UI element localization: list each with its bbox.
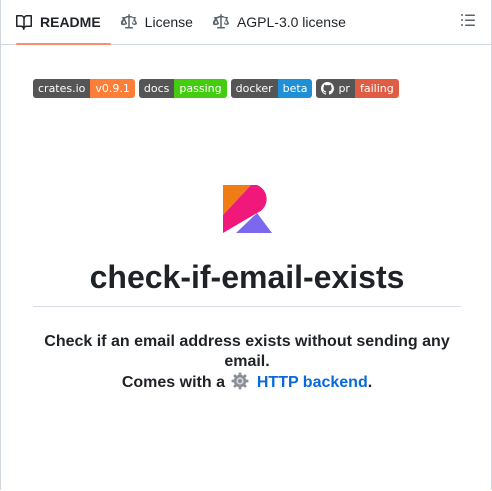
tab-license-label: License xyxy=(144,14,193,30)
tagline-line-2: Comes with a HTTP backend. xyxy=(33,372,461,396)
badge-label: docker xyxy=(230,79,278,98)
tagline-line-1: Check if an email address exists without… xyxy=(44,333,450,370)
title-divider xyxy=(33,306,461,307)
readme-title: check-if-email-exists xyxy=(89,259,405,295)
badge-label: crates.io xyxy=(33,79,91,98)
badge-value: beta xyxy=(277,79,313,98)
scale-icon xyxy=(120,14,137,30)
badge-label-with-icon: pr xyxy=(316,79,355,98)
book-icon xyxy=(16,14,32,30)
readme-tab-bar: README License AGPL-3.0 license xyxy=(1,0,491,45)
readme-panel: README License AGPL-3.0 license crates.i… xyxy=(0,0,492,490)
tab-agpl-license[interactable]: AGPL-3.0 license xyxy=(203,0,356,44)
github-icon xyxy=(321,82,335,95)
tagline-suffix: . xyxy=(367,374,373,391)
readme-tagline: Check if an email address exists without… xyxy=(33,332,461,396)
badge-row: crates.io v0.9.1 docs passing docker bet… xyxy=(33,79,399,98)
http-backend-link[interactable]: HTTP backend xyxy=(257,374,368,391)
gear-icon xyxy=(231,372,249,396)
reacher-logo-icon xyxy=(223,185,272,233)
badge-value: v0.9.1 xyxy=(90,79,135,98)
tab-readme-label: README xyxy=(40,14,101,30)
crates-io-badge[interactable]: crates.io v0.9.1 xyxy=(33,79,135,98)
tagline-prefix: Comes with a xyxy=(121,374,225,391)
list-unordered-icon xyxy=(460,12,476,33)
pr-badge[interactable]: pr failing xyxy=(316,79,399,98)
badge-value: passing xyxy=(174,79,227,98)
scale-icon xyxy=(212,14,229,30)
badge-label: docs xyxy=(138,79,175,98)
tab-license[interactable]: License xyxy=(111,0,203,44)
badge-value: failing xyxy=(354,79,399,98)
outline-button[interactable] xyxy=(459,13,477,31)
badge-label: pr xyxy=(338,82,350,95)
docker-badge[interactable]: docker beta xyxy=(230,79,313,98)
tab-agpl-license-label: AGPL-3.0 license xyxy=(236,14,346,30)
docs-badge[interactable]: docs passing xyxy=(138,79,227,98)
tab-readme[interactable]: README xyxy=(8,0,111,45)
